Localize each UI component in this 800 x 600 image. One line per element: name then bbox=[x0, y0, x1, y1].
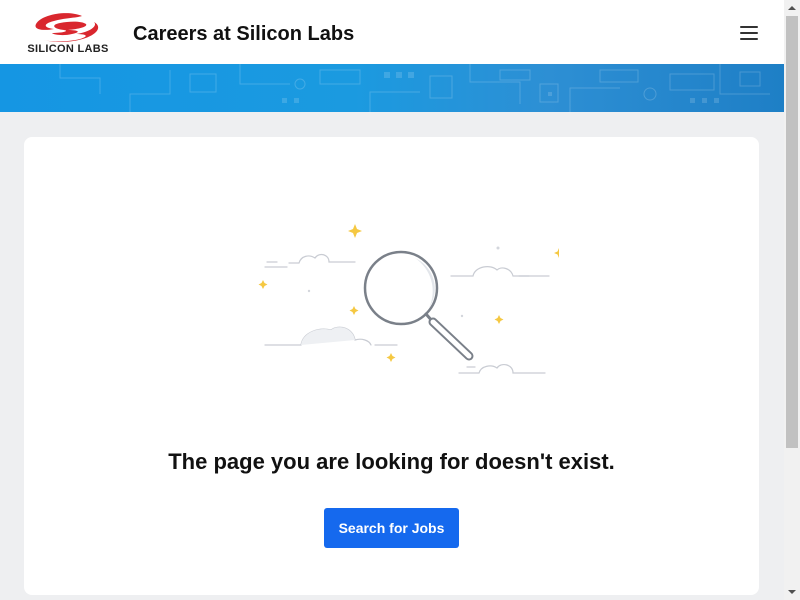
scrollbar-thumb[interactable] bbox=[786, 16, 798, 448]
error-card: The page you are looking for doesn't exi… bbox=[24, 137, 759, 595]
circuit-board-pattern-icon bbox=[59, 64, 770, 112]
scroll-up-arrow-icon[interactable] bbox=[784, 0, 800, 16]
page: SILICON LABS Careers at Silicon Labs The… bbox=[0, 0, 800, 600]
site-header: SILICON LABS Careers at Silicon Labs bbox=[0, 0, 784, 64]
search-for-jobs-button[interactable]: Search for Jobs bbox=[324, 508, 459, 548]
scroll-down-arrow-icon[interactable] bbox=[784, 584, 800, 600]
hamburger-menu-icon[interactable] bbox=[736, 22, 762, 44]
logo-mark-icon bbox=[35, 13, 99, 42]
error-message: The page you are looking for doesn't exi… bbox=[168, 449, 615, 474]
magnifying-glass-illustration bbox=[258, 224, 559, 374]
header-banner bbox=[0, 64, 784, 112]
logo-text: SILICON LABS bbox=[27, 43, 109, 55]
vertical-scrollbar[interactable] bbox=[784, 0, 800, 600]
silicon-labs-logo[interactable]: SILICON LABS bbox=[24, 12, 112, 58]
page-title: Careers at Silicon Labs bbox=[133, 23, 355, 45]
